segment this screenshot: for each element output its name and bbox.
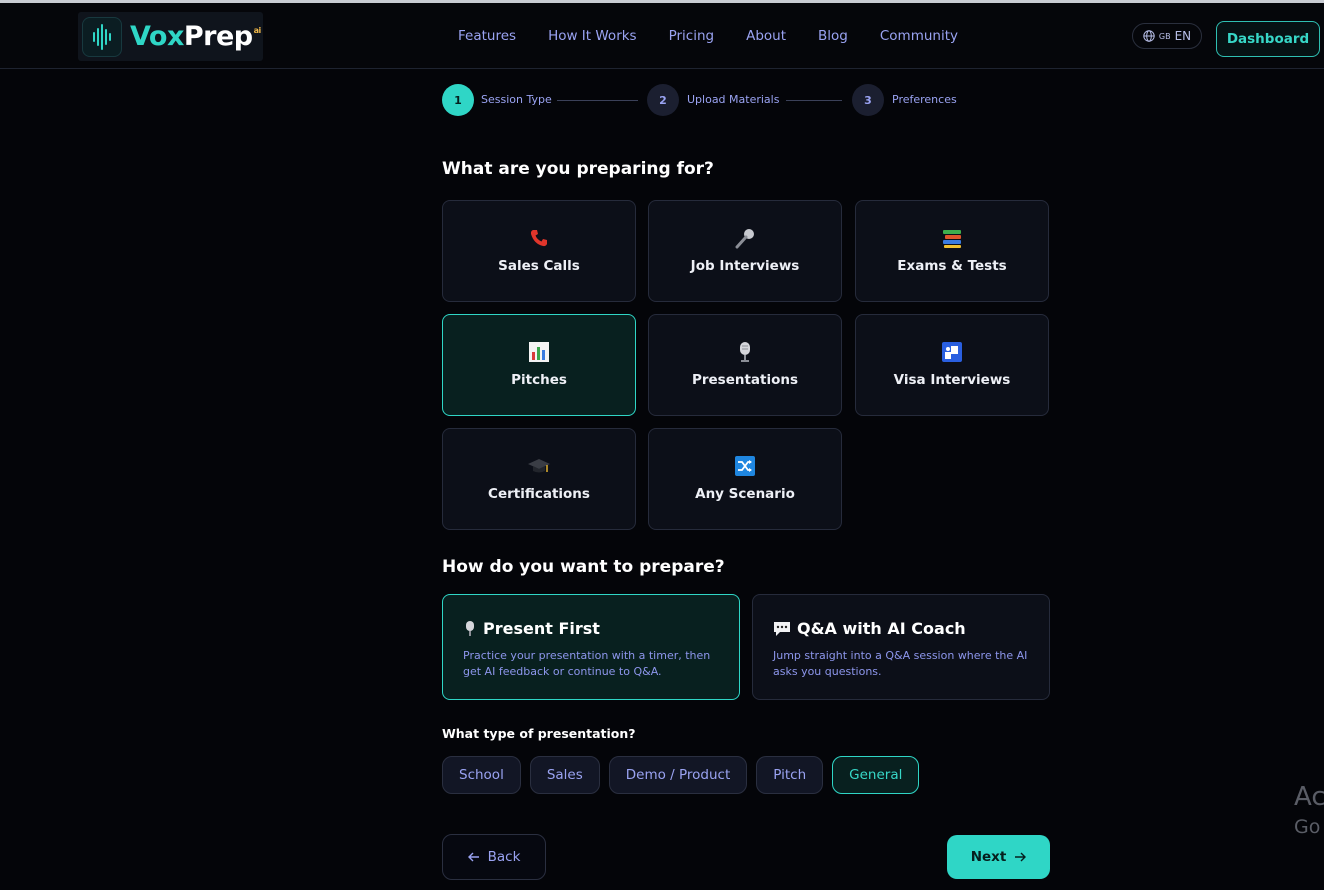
site-header: VoxPrepai Features How It Works Pricing … <box>0 3 1324 69</box>
voxprep-logo[interactable]: VoxPrepai <box>78 12 263 61</box>
chip-demo-product[interactable]: Demo / Product <box>608 756 748 794</box>
option-label: Visa Interviews <box>893 372 1011 388</box>
mode-title: Present First <box>463 619 600 638</box>
option-label: Any Scenario <box>695 486 795 502</box>
option-label: Certifications <box>488 486 590 502</box>
next-label: Next <box>970 849 1007 865</box>
shuffle-icon <box>734 453 756 479</box>
nav-features[interactable]: Features <box>458 28 516 44</box>
main-nav: Features How It Works Pricing About Blog… <box>458 28 990 44</box>
soundwave-icon <box>82 16 122 57</box>
option-label: Presentations <box>691 372 799 388</box>
next-button[interactable]: Next <box>947 835 1050 879</box>
studio-microphone-icon <box>734 339 756 365</box>
dashboard-button[interactable]: Dashboard <box>1216 21 1320 57</box>
option-label: Job Interviews <box>690 258 800 274</box>
nav-blog[interactable]: Blog <box>818 28 848 44</box>
step-1-circle[interactable]: 1 <box>442 84 474 116</box>
chip-school[interactable]: School <box>442 756 521 794</box>
presentation-type-heading: What type of presentation? <box>442 726 636 741</box>
nav-about[interactable]: About <box>746 28 786 44</box>
passport-control-icon <box>941 339 963 365</box>
chip-general[interactable]: General <box>832 756 920 794</box>
language-selector[interactable]: GB EN <box>1132 23 1202 49</box>
back-label: Back <box>487 849 521 865</box>
step-connector <box>557 100 638 101</box>
speech-bubble-icon <box>774 621 790 636</box>
watermark-line-1: Ac <box>1294 782 1324 812</box>
bar-chart-icon <box>528 339 550 365</box>
option-any-scenario[interactable]: Any Scenario <box>648 428 842 530</box>
arrow-left-icon <box>467 852 479 862</box>
option-label: Pitches <box>511 372 567 388</box>
option-sales-calls[interactable]: Sales Calls <box>442 200 636 302</box>
logo-wordmark: VoxPrepai <box>130 21 261 52</box>
option-visa-interviews[interactable]: Visa Interviews <box>855 314 1049 416</box>
activation-watermark: Ac Go <box>1294 780 1324 840</box>
progress-stepper: 1 Session Type 2 Upload Materials 3 Pref… <box>442 84 1050 116</box>
step-3-circle[interactable]: 3 <box>852 84 884 116</box>
option-label: Sales Calls <box>498 258 580 274</box>
globe-icon <box>1143 30 1155 42</box>
step-3-label: Preferences <box>892 93 957 106</box>
books-icon <box>941 225 963 251</box>
presentation-type-chips: School Sales Demo / Product Pitch Genera… <box>442 756 928 794</box>
mode-title: Q&A with AI Coach <box>773 619 966 638</box>
option-exams-tests[interactable]: Exams & Tests <box>855 200 1049 302</box>
watermark-line-2: Go <box>1294 816 1321 838</box>
step-2-label: Upload Materials <box>687 93 780 106</box>
option-job-interviews[interactable]: Job Interviews <box>648 200 842 302</box>
prepare-mode-heading: How do you want to prepare? <box>442 557 725 577</box>
mode-title-text: Q&A with AI Coach <box>797 619 966 638</box>
step-2-circle[interactable]: 2 <box>647 84 679 116</box>
studio-microphone-icon <box>466 620 474 636</box>
mode-title-text: Present First <box>483 619 600 638</box>
mode-description: Jump straight into a Q&A session where t… <box>773 649 1028 678</box>
option-label: Exams & Tests <box>897 258 1007 274</box>
chip-pitch[interactable]: Pitch <box>756 756 824 794</box>
mode-present-first[interactable]: Present First Practice your presentation… <box>442 594 740 700</box>
mode-qa-ai-coach[interactable]: Q&A with AI Coach Jump straight into a Q… <box>752 594 1050 700</box>
nav-how-it-works[interactable]: How It Works <box>548 28 637 44</box>
nav-community[interactable]: Community <box>880 28 958 44</box>
nav-pricing[interactable]: Pricing <box>669 28 715 44</box>
step-connector <box>786 100 842 101</box>
back-button[interactable]: Back <box>442 834 546 880</box>
session-type-heading: What are you preparing for? <box>442 159 714 179</box>
flag-code: GB <box>1158 31 1171 41</box>
chip-sales[interactable]: Sales <box>529 756 600 794</box>
phone-icon <box>528 225 550 251</box>
option-presentations[interactable]: Presentations <box>648 314 842 416</box>
option-certifications[interactable]: Certifications <box>442 428 636 530</box>
graduation-cap-icon <box>527 453 551 479</box>
option-pitches[interactable]: Pitches <box>442 314 636 416</box>
language-code: EN <box>1174 29 1192 43</box>
mode-description: Practice your presentation with a timer,… <box>463 649 711 678</box>
step-1-label: Session Type <box>481 93 552 106</box>
arrow-right-icon <box>1015 852 1027 862</box>
microphone-icon <box>734 225 756 251</box>
